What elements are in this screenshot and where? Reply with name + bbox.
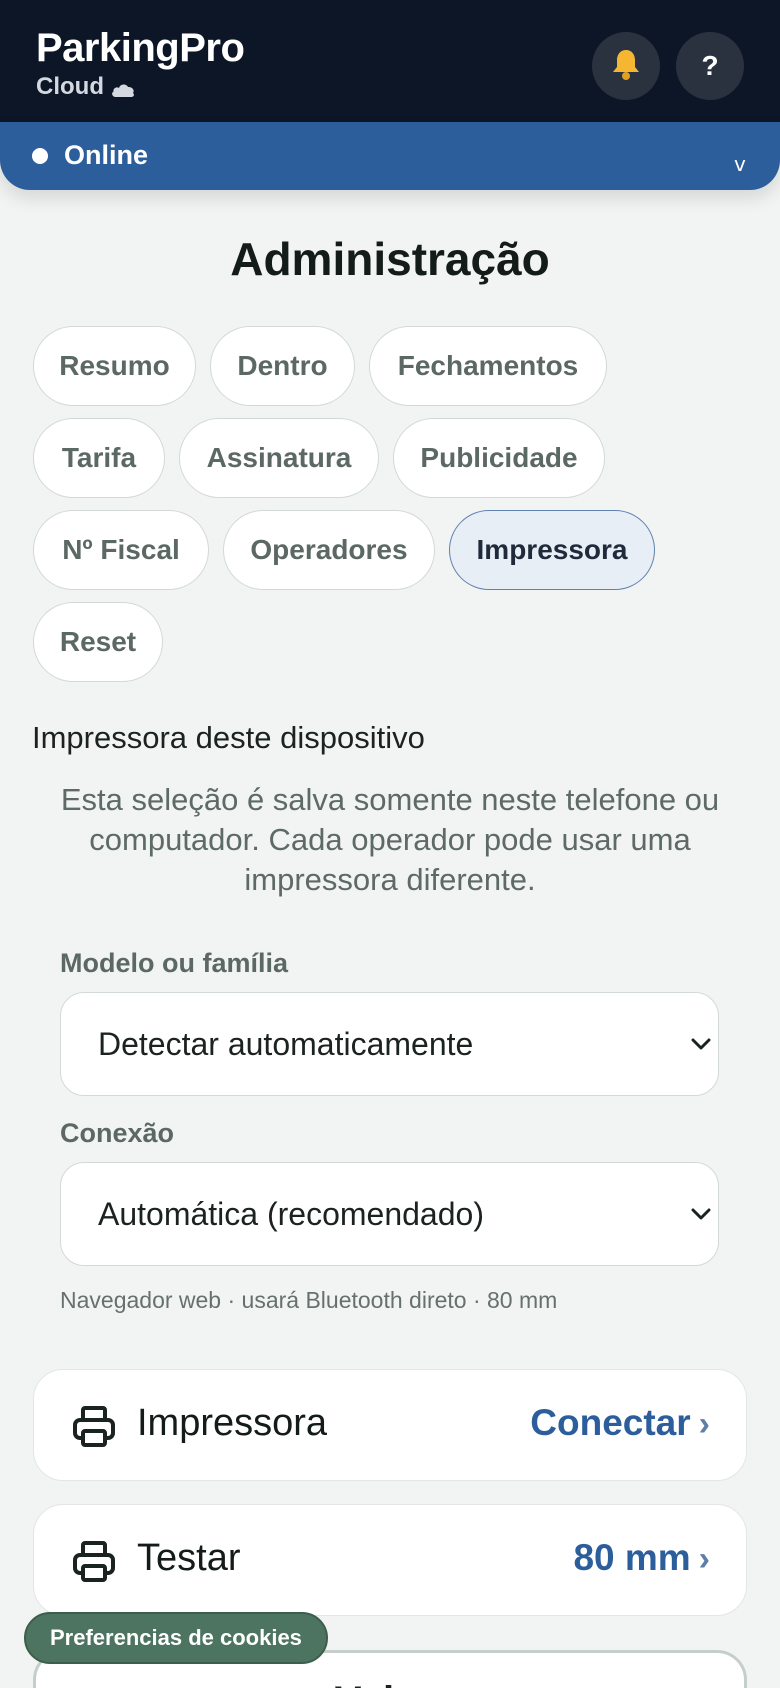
cloud-icon [110,77,136,97]
back-button-label: Voltar [36,1679,744,1688]
help-button[interactable]: ? [676,32,744,100]
test-card-label: Testar [137,1537,241,1579]
tab-impressora[interactable]: Impressora [449,510,655,590]
connect-action[interactable]: Conectar › [530,1402,710,1444]
tab-operadores[interactable]: Operadores [223,510,435,590]
tab-tarifa[interactable]: Tarifa [33,418,165,498]
tab-fechamentos[interactable]: Fechamentos [369,326,607,406]
paper-width-label: 80 mm [573,1537,691,1578]
connection-select-value: Automática (recomendado) [98,1196,484,1232]
tab-publicidade[interactable]: Publicidade [393,418,605,498]
help-icon: ? [701,50,719,81]
chevron-down-icon [691,1207,711,1221]
tab-resumo[interactable]: Resumo [33,326,196,406]
printer-connect-card[interactable]: Impressora Conectar › [33,1369,747,1481]
printer-helper-text: Navegador web · usará Bluetooth direto ·… [60,1287,558,1313]
brand-subtitle: Cloud [36,73,136,101]
printer-section-description: Esta seleção é salva somente neste telef… [60,782,720,897]
connection-status-bar[interactable]: Online v [0,122,780,190]
printer-card-label: Impressora [137,1402,328,1444]
tab-numero-fiscal[interactable]: Nº Fiscal [33,510,209,590]
printer-section-heading: Impressora deste dispositivo [32,720,425,755]
app-header: ParkingPro Cloud ? [0,0,780,122]
model-label: Modelo ou família [60,948,289,978]
printer-test-card[interactable]: Testar 80 mm › [33,1504,747,1616]
status-label: Online [64,140,149,170]
chevron-down-icon: v [734,152,746,176]
paper-width-action[interactable]: 80 mm › [573,1537,710,1579]
printer-icon [72,1404,116,1448]
status-dot-icon [32,148,48,164]
connection-select[interactable]: Automática (recomendado) [60,1162,719,1266]
brand-name: ParkingPro [36,26,245,70]
tab-dentro[interactable]: Dentro [210,326,355,406]
bell-icon [610,47,642,86]
cookie-preferences-button[interactable]: Preferencias de cookies [24,1612,328,1664]
notifications-button[interactable] [592,32,660,100]
tab-assinatura[interactable]: Assinatura [179,418,379,498]
tab-reset[interactable]: Reset [33,602,163,682]
connection-label: Conexão [60,1118,175,1148]
chevron-down-icon [691,1037,711,1051]
page-title: Administração [230,233,550,285]
chevron-right-icon: › [698,1405,710,1443]
chevron-right-icon: › [698,1540,710,1578]
printer-icon [72,1539,116,1583]
model-select[interactable]: Detectar automaticamente [60,992,719,1096]
brand-subtitle-label: Cloud [36,73,104,100]
model-select-value: Detectar automaticamente [98,1026,474,1062]
connect-action-label: Conectar [530,1402,691,1443]
